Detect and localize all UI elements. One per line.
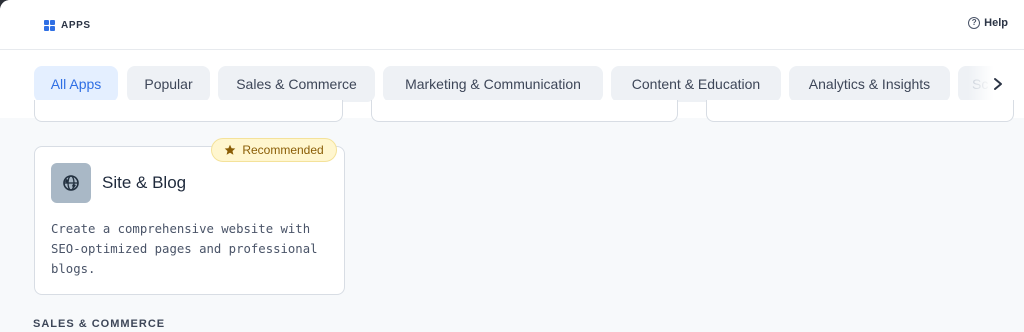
apps-grid-icon xyxy=(44,19,55,31)
recommended-badge: Recommended xyxy=(211,138,337,162)
apps-brand[interactable]: APPS xyxy=(44,18,91,32)
recommended-badge-label: Recommended xyxy=(242,143,324,157)
tab-marketing-communication[interactable]: Marketing & Communication xyxy=(383,66,603,102)
app-card-partial[interactable] xyxy=(706,100,1014,122)
app-icon-site-blog xyxy=(51,163,91,203)
help-button[interactable]: ? Help xyxy=(968,17,1008,29)
scroll-next-button[interactable] xyxy=(988,74,1008,94)
app-card-partial[interactable] xyxy=(371,100,678,122)
app-card-title: Site & Blog xyxy=(102,173,187,192)
tab-content-education[interactable]: Content & Education xyxy=(611,66,781,102)
app-card-partial[interactable] xyxy=(34,100,343,122)
section-heading-sales-commerce: SALES & COMMERCE xyxy=(33,318,166,330)
star-icon xyxy=(225,144,236,155)
app-card-site-blog[interactable]: Site & Blog Create a comprehensive websi… xyxy=(34,146,345,295)
tab-sales-commerce[interactable]: Sales & Commerce xyxy=(218,66,375,102)
top-bar: APPS ? Help xyxy=(0,0,1024,50)
tab-analytics-insights[interactable]: Analytics & Insights xyxy=(789,66,950,102)
help-icon: ? xyxy=(968,17,981,29)
help-label: Help xyxy=(984,17,1008,29)
tab-popular[interactable]: Popular xyxy=(127,66,210,102)
app-card-description: Create a comprehensive website with SEO-… xyxy=(51,222,318,276)
globe-icon xyxy=(63,175,79,191)
chevron-right-icon xyxy=(994,78,1002,90)
tab-all-apps[interactable]: All Apps xyxy=(34,66,118,102)
apps-title: APPS xyxy=(61,19,91,31)
apps-page: APPS ? Help All Apps Popular Sales & Com… xyxy=(0,0,1024,332)
